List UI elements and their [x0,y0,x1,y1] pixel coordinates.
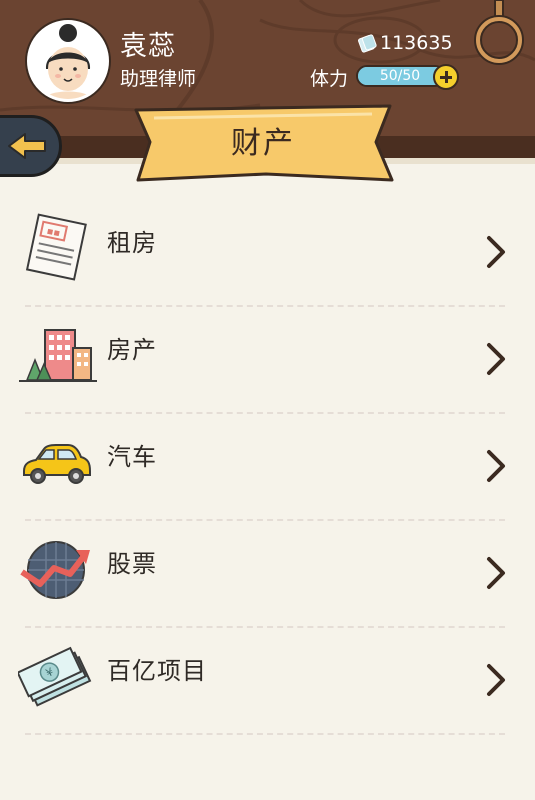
arrow-left-icon [8,133,46,159]
money-display: 113635 [358,31,453,55]
back-button[interactable] [0,115,62,177]
chevron-right-icon [487,236,505,268]
menu-item-label: 百亿项目 [107,657,207,685]
buildings-icon [19,329,97,382]
chevron-right-icon [487,664,505,696]
stamina-label: 体力 [310,68,349,90]
menu-item-rent[interactable]: ▪▪ 租房 [0,185,535,307]
chevron-right-icon [487,343,505,375]
pull-ring-icon[interactable] [473,0,525,70]
avatar-face-icon [30,23,106,99]
row-divider [25,733,505,735]
menu-item-stocks[interactable]: 股票 [0,506,535,628]
player-title: 助理律师 [120,68,197,90]
money-amount: 113635 [380,32,453,54]
chevron-right-icon [487,450,505,482]
money-bills-icon: ¥ [18,646,92,707]
menu-item-label: 租房 [107,229,157,257]
menu-item-property[interactable]: 房产 [0,292,535,414]
menu-item-label: 汽车 [107,443,157,471]
player-name: 袁蕊 [120,31,176,62]
page-title: 财产 [231,126,295,161]
banknote-icon [358,34,377,53]
car-icon [23,444,91,484]
stock-chart-icon [20,541,90,599]
add-stamina-button[interactable] [433,64,459,90]
chevron-right-icon [487,557,505,589]
rent-notice-icon: ▪▪ [25,213,87,281]
menu-item-label: 股票 [107,550,157,578]
menu-item-label: 房产 [107,336,157,364]
menu-item-billion-projects[interactable]: ¥ 百亿项目 [0,613,535,735]
stamina-value: 50/50 [379,68,421,84]
player-avatar[interactable] [27,20,109,102]
menu-item-car[interactable]: 汽车 [0,399,535,521]
